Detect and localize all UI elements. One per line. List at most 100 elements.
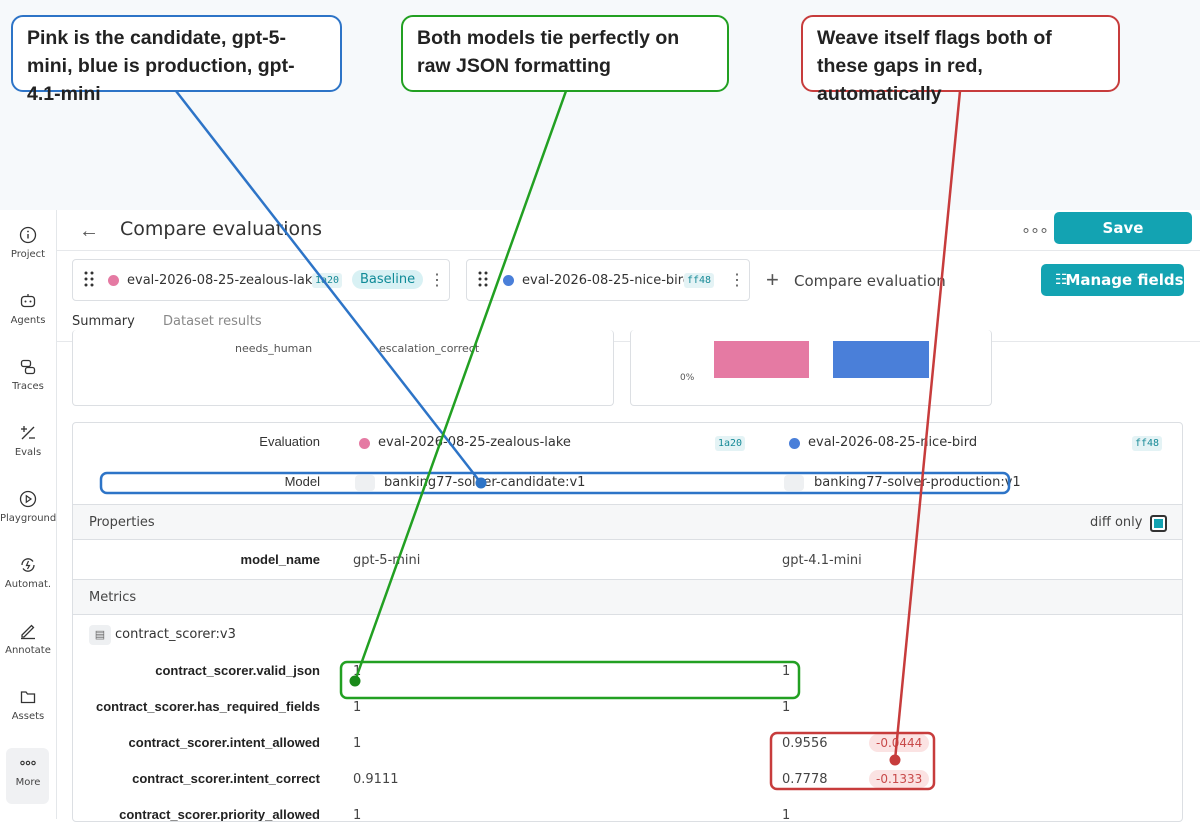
scorer-icon: ▤ <box>89 625 111 645</box>
metric-value-b: 0.7778 <box>782 772 828 787</box>
diff-only-label: diff only <box>1090 515 1143 530</box>
sidebar-item-traces[interactable]: Traces <box>0 358 56 392</box>
property-value-b: gpt-4.1-mini <box>782 553 862 568</box>
summary-scores-panel: needs_human escalation_correct <box>72 330 614 406</box>
play-circle-icon <box>19 490 37 508</box>
metric-name: contract_scorer.has_required_fields <box>96 699 320 714</box>
eval-color-dot <box>503 275 514 286</box>
sidebar-item-label: Evals <box>14 447 42 458</box>
metric-name: contract_scorer.intent_correct <box>132 771 320 786</box>
metric-value-b: 1 <box>782 808 791 822</box>
metrics-label: Metrics <box>89 590 137 605</box>
metric-name: contract_scorer.priority_allowed <box>119 807 320 822</box>
sidebar-item-label: Playground <box>0 513 57 524</box>
summary-chart-panel: 0% <box>630 330 992 406</box>
layers-icon <box>20 359 36 375</box>
robot-icon <box>20 294 36 308</box>
plus-icon: + <box>766 267 779 292</box>
more-options-icon[interactable]: ∘∘∘ <box>1021 220 1049 240</box>
scorer-name[interactable]: contract_scorer:v3 <box>115 627 236 642</box>
left-sidebar: Project Agents Traces Evals Playground A… <box>0 210 57 819</box>
sidebar-item-label: Project <box>10 249 46 260</box>
properties-section-header: Properties diff only <box>73 504 1182 540</box>
metric-delta-badge: -0.0444 <box>869 734 930 752</box>
metric-value-a: 0.9111 <box>353 772 399 787</box>
chart-axis-label: 0% <box>680 373 695 383</box>
sidebar-item-evals[interactable]: Evals <box>0 424 56 458</box>
eval-a-name[interactable]: eval-2026-08-25-zealous-lake <box>378 435 571 450</box>
sidebar-item-project[interactable]: Project <box>0 226 56 260</box>
eval-card-compare[interactable]: eval-2026-08-25-nice-bird ff48 ⋮ <box>466 259 750 301</box>
eval-menu-icon[interactable]: ⋮ <box>429 270 445 290</box>
manage-fields-label: Manage fields <box>1065 271 1184 289</box>
eval-card-baseline[interactable]: eval-2026-08-25-zealous-lake 1a20 Baseli… <box>72 259 450 301</box>
annotation-callout-json: Both models tie perfectly on raw JSON fo… <box>401 15 729 92</box>
model-row-label: Model <box>284 474 320 489</box>
annotation-callout-models: Pink is the candidate, gpt-5-mini, blue … <box>11 15 342 105</box>
metric-name: contract_scorer.intent_allowed <box>128 735 320 750</box>
save-comparison-button[interactable]: Save comparison <box>1054 212 1192 269</box>
model-icon <box>784 475 804 491</box>
eval-hash: 1a20 <box>312 273 343 288</box>
tab-dataset-results[interactable]: Dataset results <box>163 314 262 329</box>
property-name: model_name <box>240 552 320 567</box>
metric-delta-badge: -0.1333 <box>869 770 930 788</box>
more-dots-icon <box>20 760 36 766</box>
eval-b-name[interactable]: eval-2026-08-25-nice-bird <box>808 435 977 450</box>
manage-fields-button[interactable]: ☷ Manage fields <box>1041 264 1184 296</box>
sidebar-item-label: Traces <box>12 381 44 392</box>
evaluation-row-label: Evaluation <box>259 434 320 449</box>
info-circle-icon <box>19 226 37 244</box>
model-b-name[interactable]: banking77-solver-production:v1 <box>814 475 1021 490</box>
model-a-name[interactable]: banking77-solver-candidate:v1 <box>384 475 585 490</box>
metrics-section-header: Metrics <box>73 579 1182 615</box>
score-label: escalation_correct <box>379 342 480 355</box>
metric-value-a: 1 <box>353 736 362 751</box>
automation-icon <box>21 558 35 572</box>
sidebar-item-label: More <box>15 777 41 788</box>
sidebar-item-annotate[interactable]: Annotate <box>0 622 56 656</box>
sidebar-item-label: Agents <box>10 315 46 326</box>
eval-menu-icon[interactable]: ⋮ <box>729 270 745 290</box>
metric-value-a: 1 <box>353 664 362 679</box>
page-header: ← Compare evaluations ∘∘∘ <box>57 210 1200 251</box>
sidebar-item-more[interactable]: More <box>0 754 56 788</box>
score-label: needs_human <box>235 342 313 355</box>
eval-color-dot <box>108 275 119 286</box>
diff-only-checkbox[interactable] <box>1150 515 1167 532</box>
plus-minus-icon <box>21 426 35 440</box>
annotation-callout-gaps: Weave itself flags both of these gaps in… <box>801 15 1120 105</box>
metric-value-b: 1 <box>782 664 791 679</box>
chart-bar-candidate <box>714 341 809 378</box>
metric-value-b: 1 <box>782 700 791 715</box>
eval-name: eval-2026-08-25-zealous-lake <box>127 273 320 288</box>
sidebar-item-automations[interactable]: Automat. <box>0 556 56 590</box>
compare-evaluation-label: Compare evaluation <box>794 272 946 290</box>
drag-handle-icon[interactable] <box>83 271 95 287</box>
eval-b-hash: ff48 <box>1132 436 1163 451</box>
chart-bar-production <box>833 341 929 378</box>
eval-hash: ff48 <box>684 273 715 288</box>
drag-handle-icon[interactable] <box>477 271 489 287</box>
pencil-icon <box>21 624 35 640</box>
eval-a-hash: 1a20 <box>715 436 746 451</box>
comparison-table: Evaluation eval-2026-08-25-zealous-lake … <box>72 422 1183 822</box>
metric-name: contract_scorer.valid_json <box>155 663 320 678</box>
tab-summary[interactable]: Summary <box>72 314 135 329</box>
eval-name: eval-2026-08-25-nice-bird <box>522 273 692 288</box>
metric-value-a: 1 <box>353 808 362 822</box>
sidebar-item-agents[interactable]: Agents <box>0 292 56 326</box>
model-icon <box>355 475 375 491</box>
sidebar-item-playground[interactable]: Playground <box>0 490 56 524</box>
eval-color-dot <box>359 438 370 449</box>
baseline-badge: Baseline <box>352 270 424 289</box>
sidebar-item-label: Assets <box>11 711 45 722</box>
sidebar-item-label: Annotate <box>5 645 51 656</box>
page-title: Compare evaluations <box>120 218 323 240</box>
back-arrow-icon[interactable]: ← <box>79 220 99 243</box>
folder-icon <box>20 691 36 704</box>
eval-color-dot <box>789 438 800 449</box>
sidebar-item-assets[interactable]: Assets <box>0 688 56 722</box>
columns-icon: ☷ <box>1055 272 1068 288</box>
metric-value-b: 0.9556 <box>782 736 828 751</box>
